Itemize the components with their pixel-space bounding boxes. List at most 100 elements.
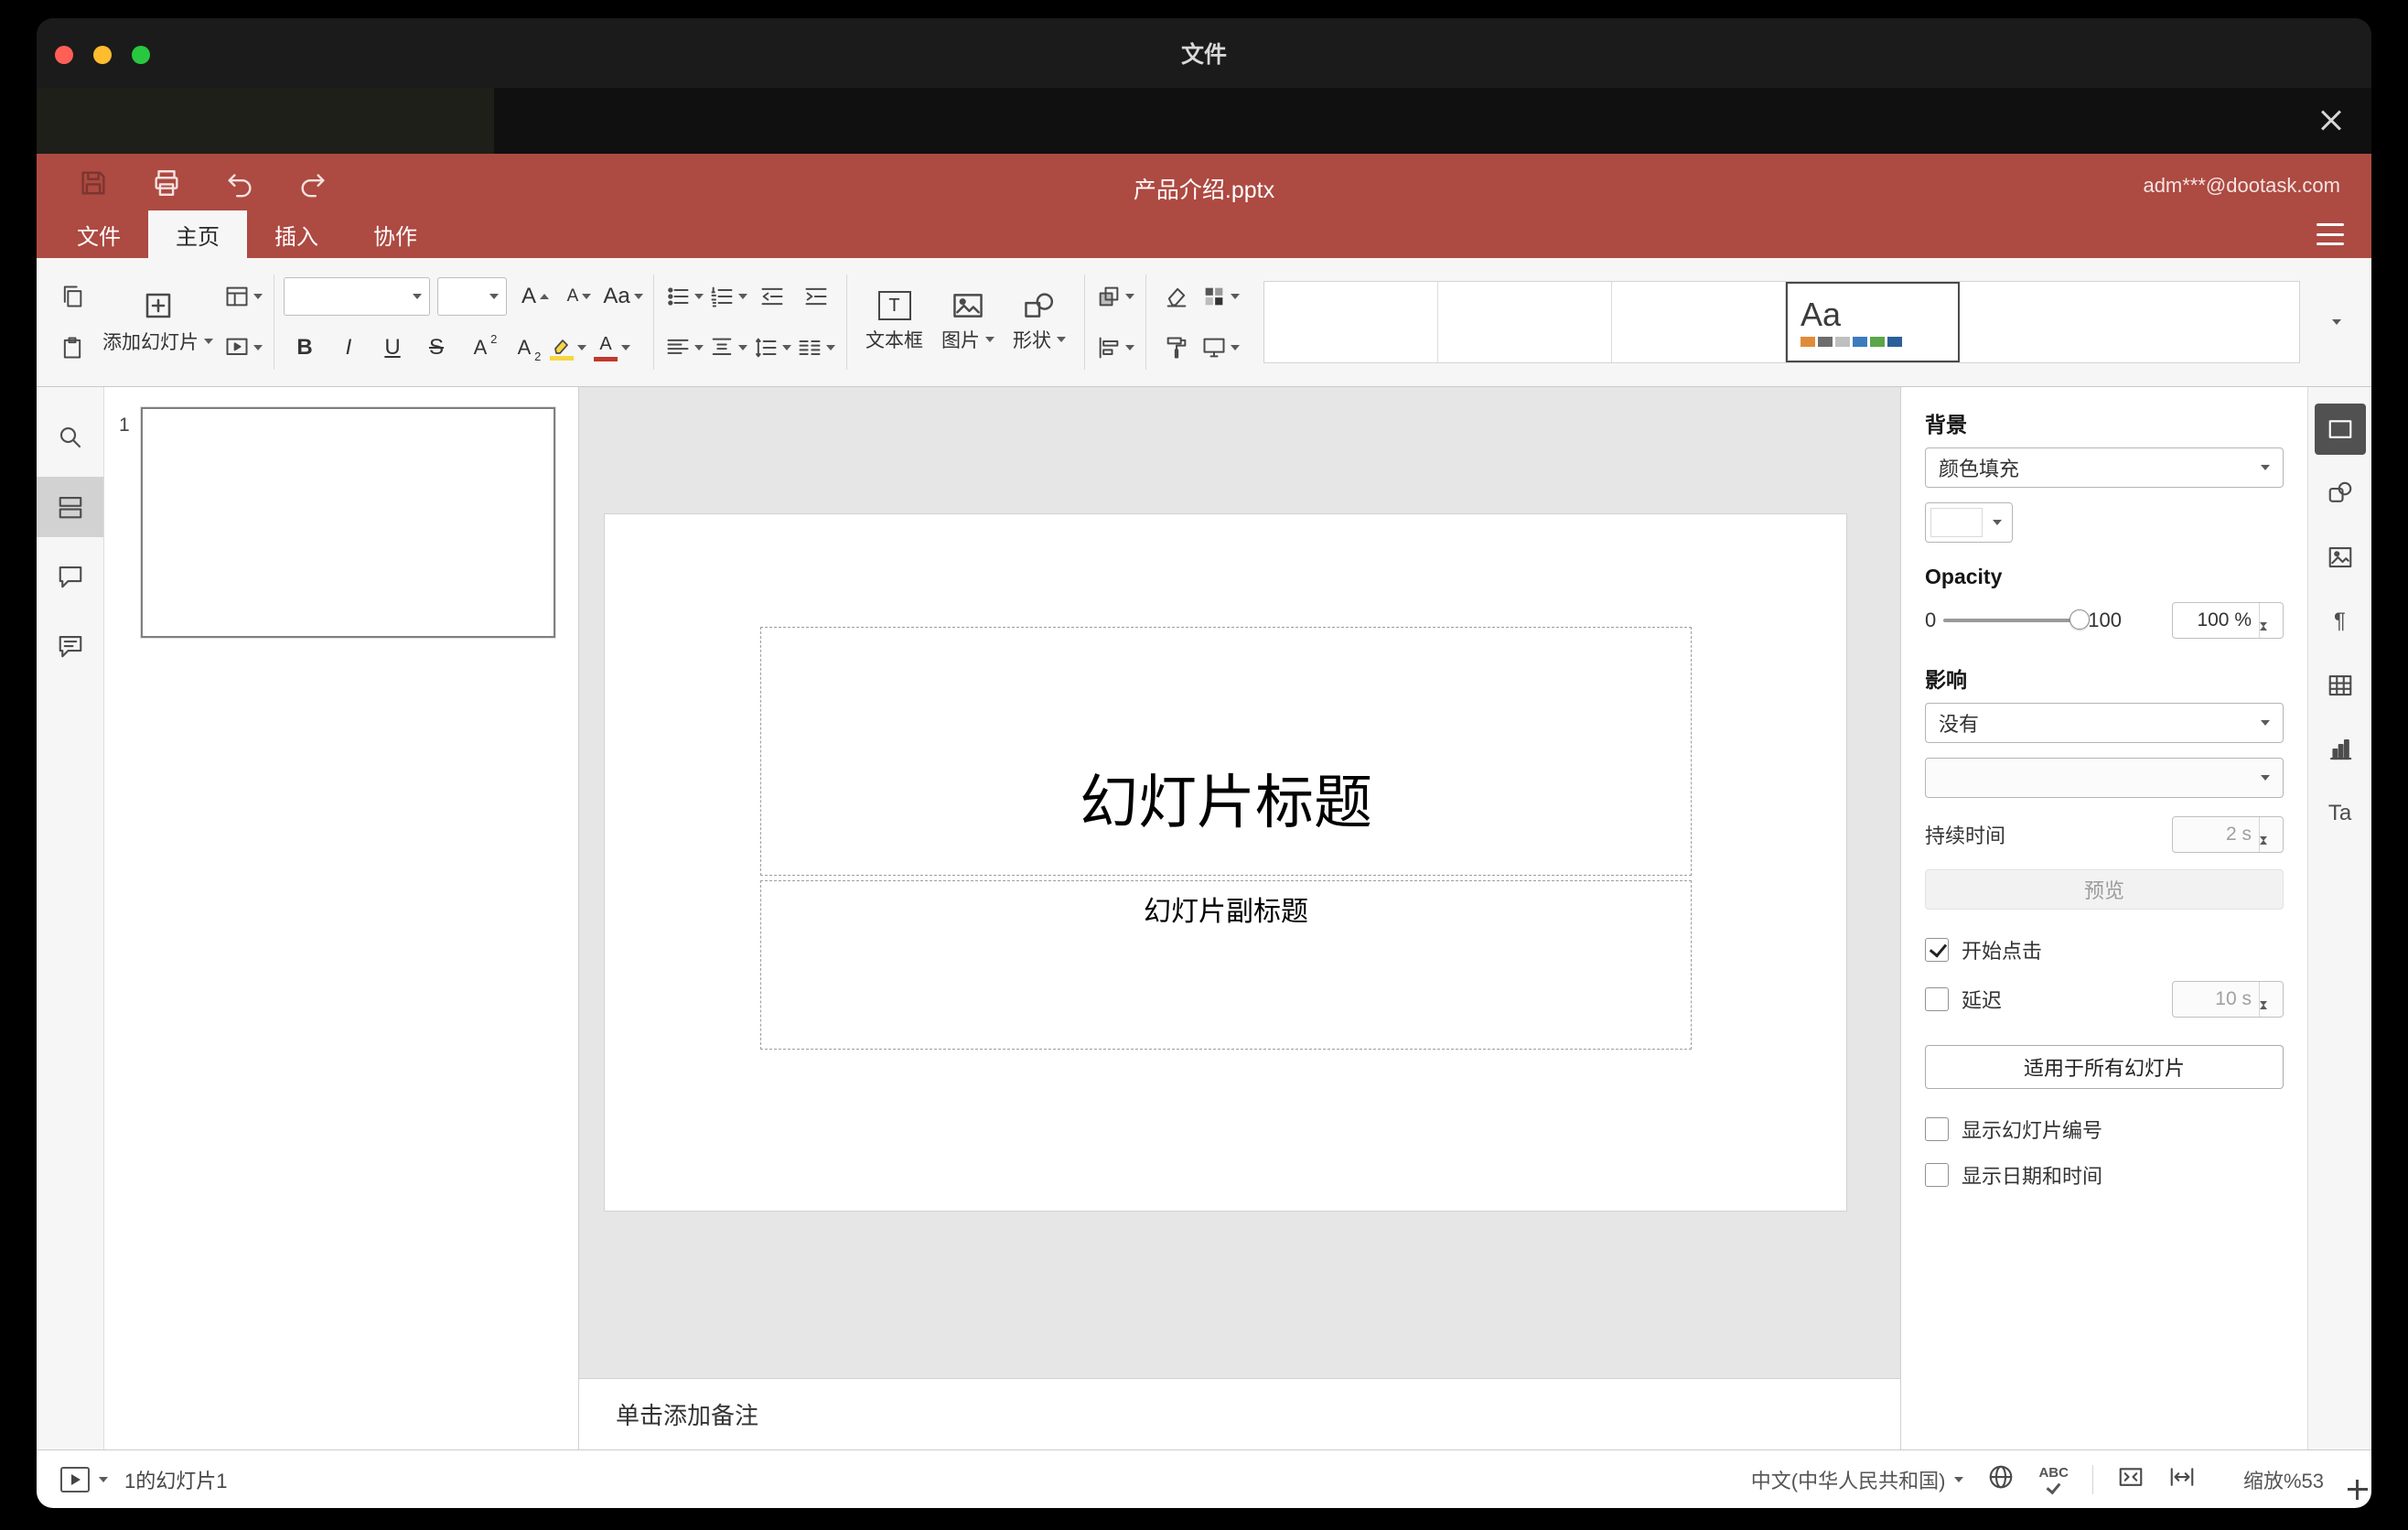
start-slideshow-statusbar-button[interactable] [60,1466,90,1492]
close-traffic-light[interactable] [55,46,73,64]
slide-settings-button[interactable] [2314,404,2366,455]
theme-tile[interactable] [1438,282,1612,362]
chevron-down-icon [489,294,499,299]
close-icon[interactable] [2317,106,2346,135]
show-date-time-checkbox[interactable] [1925,1163,1949,1187]
copy-style-button[interactable] [1156,327,1198,369]
font-name-combo[interactable] [284,277,430,316]
strikethrough-button[interactable]: S [415,327,457,369]
language-select[interactable]: 中文(中华人民共和国) [1751,1465,1964,1494]
tab-file[interactable]: 文件 [49,210,148,258]
delay-checkbox[interactable] [1925,987,1949,1011]
underline-button[interactable]: U [371,327,414,369]
color-scheme-button[interactable] [1199,275,1242,318]
fit-width-button[interactable] [2168,1463,2196,1496]
slide-size-button[interactable] [1199,327,1242,369]
increase-indent-button[interactable] [795,275,837,318]
align-shape-button[interactable] [1094,327,1136,369]
slide[interactable]: 幻灯片标题 幻灯片副标题 [605,514,1846,1211]
bullets-button[interactable] [663,275,705,318]
decrease-font-button[interactable]: A [558,275,600,318]
delay-row[interactable]: 延迟 [1925,985,2002,1014]
spin-down-icon[interactable] [2260,622,2267,638]
textart-settings-button[interactable]: Ta [2315,788,2366,839]
slide-settings-panel: 背景 颜色填充 Opacity 0 100 100 % 影响 没有 持续时间 2… [1900,387,2307,1449]
document-language-button[interactable] [1987,1463,2015,1496]
tab-insert[interactable]: 插入 [247,210,346,258]
shape-settings-button[interactable] [2315,468,2366,519]
spin-down-icon[interactable] [2260,836,2267,852]
insert-image-button[interactable]: 图片 [932,275,1004,370]
insert-textbox-button[interactable]: T 文本框 [856,275,932,370]
fit-slide-button[interactable] [2117,1463,2145,1496]
highlight-color-button[interactable] [547,327,589,369]
fill-color-picker[interactable] [1925,502,2013,543]
slider-knob[interactable] [2069,609,2091,630]
tab-home[interactable]: 主页 [148,210,247,258]
line-spacing-button[interactable] [751,327,793,369]
delay-input[interactable]: 10 s [2172,981,2284,1018]
comments-button[interactable] [37,546,103,607]
decrease-indent-button[interactable] [751,275,793,318]
slide-thumbnail[interactable] [141,407,555,638]
spellcheck-button[interactable]: ABC [2038,1466,2069,1494]
numbering-button[interactable] [707,275,749,318]
theme-tile[interactable] [1612,282,1786,362]
notes-area[interactable]: 单击添加备注 [579,1378,1900,1449]
increase-font-button[interactable]: A [514,275,556,318]
vertical-align-button[interactable] [707,327,749,369]
title-placeholder[interactable]: 幻灯片标题 [760,627,1692,876]
highlight-icon [550,336,574,361]
duration-input[interactable]: 2 s [2172,816,2284,853]
theme-tile-selected[interactable]: Aa [1786,282,1960,362]
fill-type-select[interactable]: 颜色填充 [1925,447,2284,488]
eraser-icon [1166,287,1187,307]
slides-panel-button[interactable] [37,477,103,537]
show-date-time-row[interactable]: 显示日期和时间 [1925,1160,2284,1190]
bold-button[interactable]: B [284,327,326,369]
theme-tile[interactable] [1264,282,1438,362]
show-slide-number-row[interactable]: 显示幻灯片编号 [1925,1115,2284,1144]
theme-gallery-expand-button[interactable] [2317,281,2357,363]
italic-button[interactable]: I [328,327,370,369]
preview-button[interactable]: 预览 [1925,869,2284,910]
slide-title-text: 幻灯片标题 [1080,770,1372,835]
insert-shape-button[interactable]: 形状 [1004,275,1075,370]
chevron-down-icon[interactable] [99,1476,108,1482]
minimize-traffic-light[interactable] [93,46,112,64]
font-size-combo[interactable] [437,277,507,316]
copy-button[interactable] [51,275,93,318]
paste-button[interactable] [51,327,93,369]
effect-type-select[interactable] [1925,758,2284,798]
horizontal-align-button[interactable] [663,327,705,369]
font-color-button[interactable]: A [591,327,633,369]
add-slide-button[interactable]: 添加幻灯片 [93,275,222,370]
opacity-input[interactable]: 100 % [2172,602,2284,639]
menu-icon[interactable] [2317,223,2344,245]
search-button[interactable] [37,407,103,468]
subtitle-placeholder[interactable]: 幻灯片副标题 [760,880,1692,1050]
opacity-slider[interactable] [1943,609,2091,630]
chart-settings-button[interactable] [2315,724,2366,775]
arrange-shape-button[interactable] [1094,275,1136,318]
start-slideshow-button[interactable] [222,327,264,369]
superscript-button[interactable]: A2 [459,327,501,369]
tab-collaboration[interactable]: 协作 [346,210,445,258]
subscript-button[interactable]: A2 [503,327,545,369]
change-case-button[interactable]: Aa [602,275,644,318]
zoom-traffic-light[interactable] [132,46,150,64]
clear-style-button[interactable] [1156,275,1198,318]
start-on-click-row[interactable]: 开始点击 [1925,935,2284,964]
slide-layout-button[interactable] [222,275,264,318]
table-settings-button[interactable] [2315,660,2366,711]
image-settings-button[interactable] [2315,532,2366,583]
chevron-down-icon [985,337,994,342]
show-slide-number-checkbox[interactable] [1925,1117,1949,1141]
effect-select[interactable]: 没有 [1925,703,2284,743]
apply-to-all-slides-button[interactable]: 适用于所有幻灯片 [1925,1045,2284,1089]
start-on-click-checkbox[interactable] [1925,938,1949,962]
paragraph-settings-button[interactable]: ¶ [2315,596,2366,647]
columns-button[interactable] [795,327,837,369]
chat-button[interactable] [37,616,103,676]
spin-down-icon[interactable] [2260,1001,2267,1017]
